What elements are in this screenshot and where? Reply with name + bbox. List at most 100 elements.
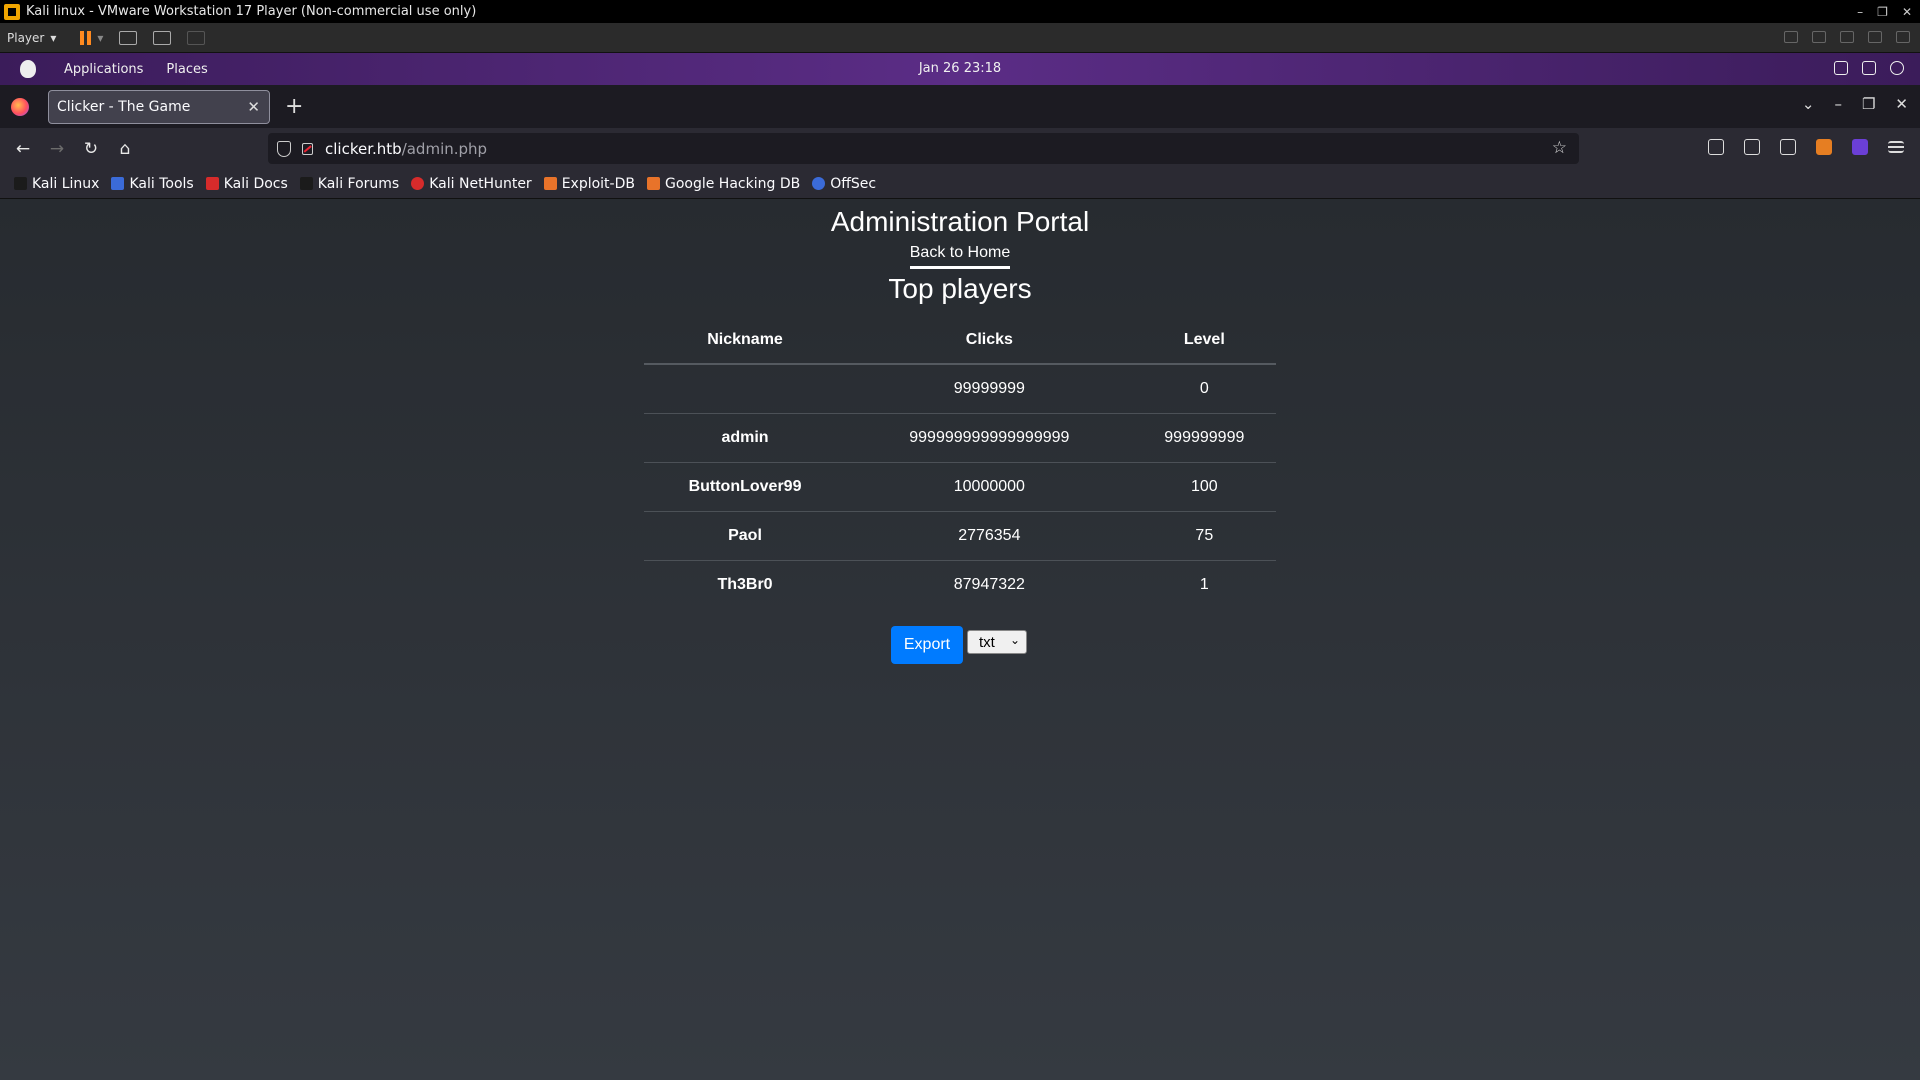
chevron-down-icon: ⌄ bbox=[1009, 633, 1020, 647]
clicks-cell: 87947322 bbox=[846, 559, 1133, 609]
bookmark-label: Google Hacking DB bbox=[664, 175, 801, 192]
hamburger-menu-icon[interactable] bbox=[1888, 141, 1904, 153]
exploit-db-icon bbox=[543, 177, 557, 190]
minimize-icon[interactable]: – bbox=[1834, 95, 1842, 113]
bookmark-label: Kali Linux bbox=[32, 175, 100, 192]
page-content: Administration Portal Back to Home Top p… bbox=[0, 199, 1920, 1080]
minimize-icon[interactable]: – bbox=[1857, 5, 1863, 19]
home-icon[interactable]: ⌂ bbox=[114, 139, 136, 159]
clicks-cell: 999999999999999999 bbox=[846, 412, 1133, 462]
navigation-bar: ← → ↻ ⌂ clicker.htb/admin.php ☆ bbox=[0, 128, 1920, 169]
system-tray bbox=[1834, 61, 1904, 75]
level-cell: 75 bbox=[1132, 510, 1276, 560]
vmware-device-icons bbox=[1784, 31, 1910, 43]
reload-icon[interactable]: ↻ bbox=[80, 139, 102, 159]
nethunter-icon bbox=[411, 177, 425, 190]
send-ctrl-alt-del-icon[interactable] bbox=[119, 30, 138, 45]
level-cell: 999999999 bbox=[1132, 412, 1276, 462]
network-icon[interactable] bbox=[1868, 31, 1882, 43]
bookmark-kali-forums[interactable]: Kali Forums bbox=[299, 175, 400, 192]
player-menu-label: Player bbox=[7, 30, 45, 45]
tab-clicker[interactable]: Clicker - The Game ✕ bbox=[48, 89, 270, 124]
burp-extension-icon[interactable] bbox=[1816, 139, 1832, 155]
level-cell: 100 bbox=[1132, 461, 1276, 511]
close-window-icon[interactable]: ✕ bbox=[1895, 95, 1908, 113]
export-format-select[interactable]: txt ⌄ bbox=[967, 630, 1027, 654]
bookmark-google-hacking-db[interactable]: Google Hacking DB bbox=[646, 175, 801, 192]
vmware-window-title: Kali linux - VMware Workstation 17 Playe… bbox=[26, 4, 477, 19]
power-icon[interactable] bbox=[1890, 61, 1904, 75]
clicks-cell: 2776354 bbox=[846, 510, 1133, 560]
bookmark-label: Kali Forums bbox=[317, 175, 400, 192]
bookmark-label: Kali NetHunter bbox=[429, 175, 532, 192]
player-menu[interactable]: Player ▾ bbox=[7, 31, 56, 45]
close-tab-icon[interactable]: ✕ bbox=[247, 98, 260, 116]
restore-icon[interactable]: ❐ bbox=[1877, 5, 1888, 19]
forward-icon[interactable]: → bbox=[46, 139, 68, 159]
bookmark-offsec[interactable]: OffSec bbox=[812, 176, 876, 192]
bookmark-label: Exploit-DB bbox=[561, 175, 635, 192]
clicks-cell: 99999999 bbox=[846, 363, 1133, 413]
kali-dragon-icon bbox=[14, 177, 27, 190]
close-icon[interactable]: ✕ bbox=[1902, 5, 1912, 19]
back-icon[interactable]: ← bbox=[12, 139, 34, 159]
chevron-down-icon[interactable]: ▾ bbox=[97, 31, 103, 45]
nickname-cell: ButtonLover99 bbox=[644, 461, 847, 511]
back-to-home-link[interactable]: Back to Home bbox=[909, 244, 1011, 269]
new-tab-icon[interactable]: + bbox=[285, 94, 303, 119]
apple-menu-icon[interactable] bbox=[20, 60, 36, 78]
restore-icon[interactable]: ❐ bbox=[1862, 95, 1875, 113]
list-all-tabs-icon[interactable]: ⌄ bbox=[1802, 95, 1815, 113]
pause-icon[interactable] bbox=[80, 30, 92, 45]
bookmark-star-icon[interactable]: ☆ bbox=[1552, 138, 1567, 158]
foxyproxy-extension-icon[interactable] bbox=[1852, 139, 1868, 155]
bookmark-label: Kali Docs bbox=[223, 175, 288, 192]
insecure-lock-icon[interactable] bbox=[302, 142, 313, 155]
level-cell: 0 bbox=[1132, 363, 1276, 413]
nickname-cell: Th3Br0 bbox=[644, 559, 847, 609]
table-header-row: Nickname Clicks Level bbox=[644, 316, 1276, 365]
applications-menu[interactable]: Applications bbox=[64, 62, 143, 77]
downloads-icon[interactable] bbox=[1744, 139, 1760, 155]
pocket-icon[interactable] bbox=[1708, 139, 1724, 155]
level-cell: 1 bbox=[1132, 559, 1276, 609]
column-header-level: Level bbox=[1132, 316, 1276, 365]
desktop-top-bar: Applications Places Jan 26 23:18 bbox=[0, 53, 1920, 85]
column-header-nickname: Nickname bbox=[644, 316, 847, 365]
chevron-down-icon: ▾ bbox=[50, 30, 57, 45]
unity-icon[interactable] bbox=[187, 30, 206, 45]
sound-icon[interactable] bbox=[1896, 31, 1910, 43]
device-icon[interactable] bbox=[1784, 31, 1798, 43]
vmware-window-controls: – ❐ ✕ bbox=[1857, 0, 1912, 23]
bookmark-exploit-db[interactable]: Exploit-DB bbox=[543, 175, 635, 192]
extensions-icon[interactable] bbox=[1780, 139, 1796, 155]
clock[interactable]: Jan 26 23:18 bbox=[919, 61, 1001, 76]
screen-icon[interactable] bbox=[1834, 61, 1848, 75]
volume-icon[interactable] bbox=[1862, 61, 1876, 75]
cd-icon[interactable] bbox=[1840, 31, 1854, 43]
kali-docs-icon bbox=[205, 177, 219, 190]
bookmarks-toolbar: Kali Linux Kali Tools Kali Docs Kali For… bbox=[0, 169, 1920, 199]
places-menu[interactable]: Places bbox=[166, 62, 207, 77]
clicks-cell: 10000000 bbox=[846, 461, 1133, 511]
toolbar-icons bbox=[1708, 139, 1904, 155]
nickname-cell: Paol bbox=[644, 510, 847, 560]
bookmark-label: OffSec bbox=[830, 175, 877, 192]
fullscreen-icon[interactable] bbox=[153, 30, 172, 45]
tab-title: Clicker - The Game bbox=[57, 98, 191, 115]
section-title: Top players bbox=[888, 273, 1032, 304]
url-path: /admin.php bbox=[401, 139, 488, 158]
nickname-cell bbox=[644, 363, 847, 413]
bookmark-kali-nethunter[interactable]: Kali NetHunter bbox=[411, 175, 532, 192]
url-host: clicker.htb bbox=[325, 139, 402, 158]
bookmark-kali-tools[interactable]: Kali Tools bbox=[111, 175, 194, 192]
hard-disk-icon[interactable] bbox=[1812, 31, 1826, 43]
tracking-protection-icon[interactable] bbox=[277, 140, 291, 157]
export-button[interactable]: Export bbox=[891, 626, 963, 664]
url-bar[interactable]: clicker.htb/admin.php ☆ bbox=[268, 133, 1579, 164]
bookmark-label: Kali Tools bbox=[129, 175, 194, 192]
table-row: admin 999999999999999999 999999999 bbox=[644, 412, 1276, 462]
bookmark-kali-linux[interactable]: Kali Linux bbox=[14, 176, 99, 192]
bookmark-kali-docs[interactable]: Kali Docs bbox=[205, 175, 288, 192]
firefox-logo-icon bbox=[11, 97, 29, 116]
